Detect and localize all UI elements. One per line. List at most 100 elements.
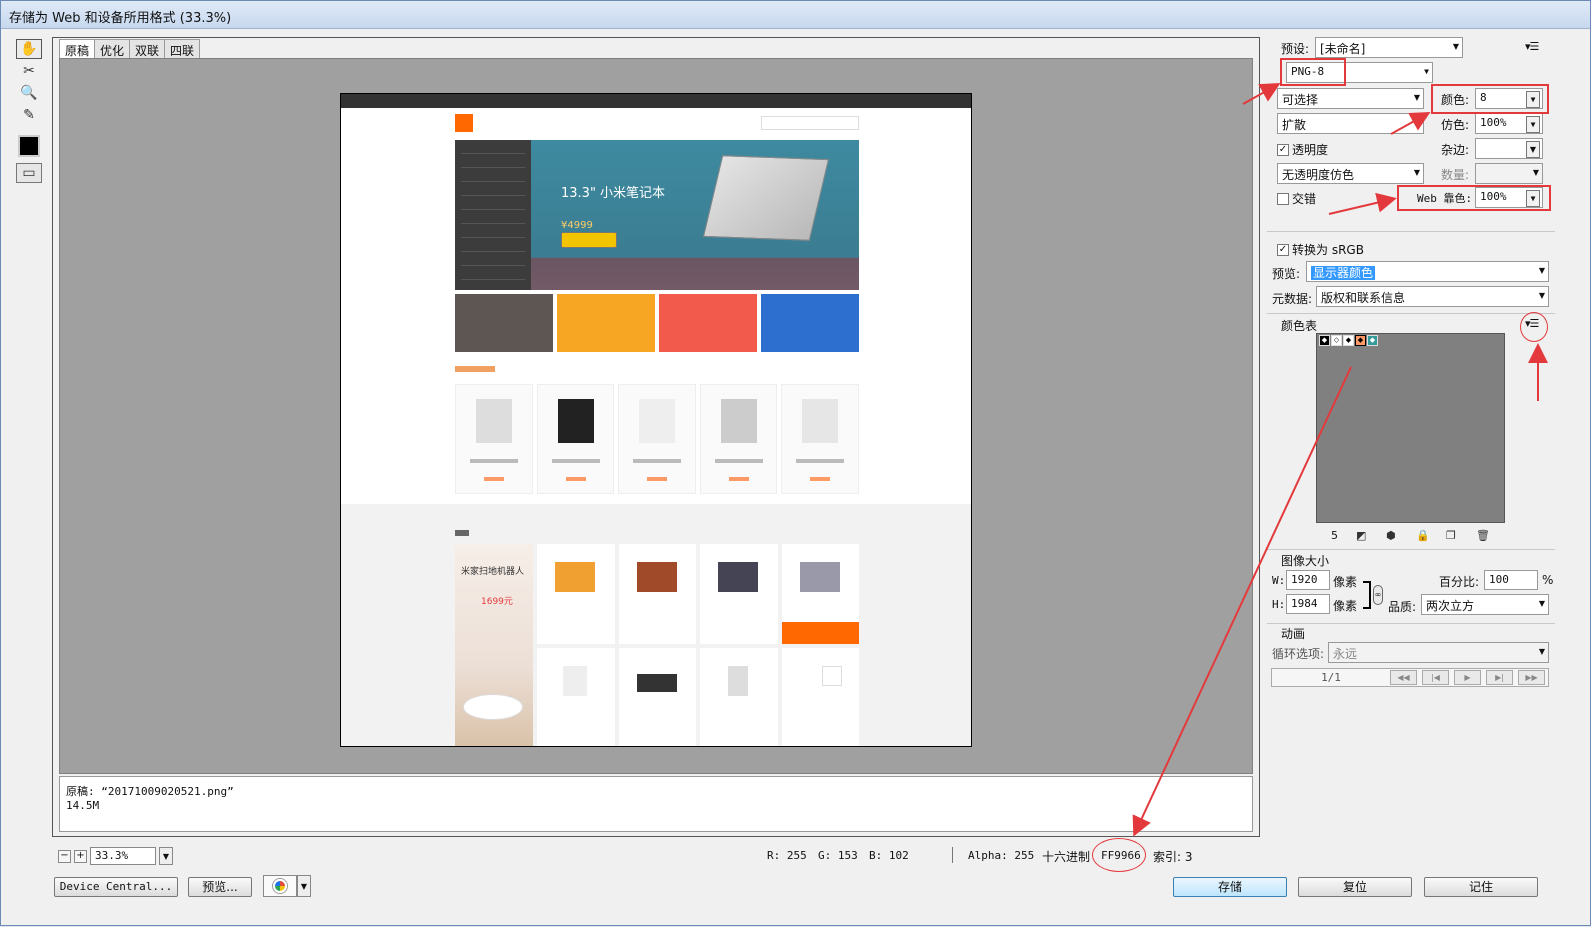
tab-2-up[interactable]: 双联 (129, 39, 166, 60)
zoom-control: − + 33.3% ▼ (58, 847, 173, 865)
color-swatch[interactable]: ◇ (1331, 335, 1342, 346)
robot-title: 米家扫地机器人 (461, 567, 525, 577)
color-swatch[interactable]: ◆ (1343, 335, 1354, 346)
index-value: 索引: 3 (1153, 850, 1193, 864)
tab-original[interactable]: 原稿 (59, 39, 96, 60)
quality-select[interactable]: 两次立方 (1421, 594, 1549, 615)
dither-amount-value: 100% (1480, 116, 1507, 129)
metadata-select[interactable]: 版权和联系信息 (1316, 286, 1549, 307)
section-title (455, 366, 495, 372)
remember-button[interactable]: 记住 (1424, 877, 1538, 897)
optimize-menu-icon[interactable]: ▾☰ (1525, 40, 1539, 53)
dither-algorithm-value: 扩散 (1282, 118, 1307, 132)
zoom-level-field[interactable]: 33.3% (90, 847, 156, 865)
annotation-circle-hex (1092, 838, 1146, 872)
preview-button[interactable]: 预览... (188, 877, 252, 897)
zoom-in-button[interactable]: + (74, 849, 87, 863)
appliance-card (618, 544, 696, 644)
preset-value: [未命名] (1320, 42, 1366, 56)
zoom-dropdown-icon[interactable]: ▼ (159, 847, 173, 865)
eyedropper-tool-icon[interactable]: ✎ (16, 105, 42, 125)
save-for-web-dialog: 存储为 Web 和设备所用格式 (33.3%) ✋ ✂ 🔍 ✎ ▭ 原稿 优化 … (0, 0, 1591, 926)
preview-category-menu (455, 140, 531, 290)
percent-input[interactable]: 100 (1484, 570, 1538, 590)
checkbox-checked-icon[interactable]: ✓ (1277, 143, 1289, 156)
height-value: 1984 (1291, 597, 1318, 610)
preset-label: 预设: (1281, 42, 1310, 56)
toggle-slices-icon[interactable]: ▭ (16, 163, 42, 183)
checkbox-checked-icon[interactable]: ✓ (1277, 243, 1289, 256)
laptop-image (702, 155, 830, 241)
preview-appliance-grid (537, 544, 859, 746)
dither-algorithm-select[interactable]: 扩散 (1277, 113, 1424, 134)
tool-panel: ✋ ✂ 🔍 ✎ ▭ (15, 37, 45, 183)
eyedropper-color-swatch[interactable] (18, 135, 40, 157)
appliance-card (700, 648, 778, 746)
image-size-title: 图像大小 (1281, 554, 1330, 568)
convert-srgb-checkbox[interactable]: ✓ 转换为 sRGB (1277, 241, 1364, 258)
divider (1267, 313, 1555, 314)
chrome-icon (273, 879, 287, 893)
loop-value: 永远 (1333, 647, 1358, 661)
preview-select[interactable]: 显示器颜色 (1306, 261, 1549, 282)
slice-select-tool-icon[interactable]: ✂ (16, 61, 42, 81)
browser-icon[interactable] (263, 875, 297, 897)
dither-amount-select[interactable]: 100% (1475, 113, 1543, 134)
robot-image (463, 694, 523, 720)
browser-dropdown-icon[interactable]: ▼ (297, 875, 311, 897)
preset-select[interactable]: [未命名] (1315, 37, 1463, 58)
zoom-tool-icon[interactable]: 🔍 (16, 83, 42, 103)
interlaced-checkbox[interactable]: 交错 (1277, 190, 1316, 207)
green-value: G: 153 (818, 849, 858, 862)
last-frame-icon[interactable]: ▶▶ (1518, 670, 1545, 685)
first-frame-icon[interactable]: ◀◀ (1390, 670, 1417, 685)
annotation-arrow (1328, 192, 1397, 215)
alpha-value: Alpha: 255 (968, 849, 1035, 862)
color-reduction-select[interactable]: 可选择 (1277, 88, 1424, 109)
checkbox-unchecked-icon[interactable] (1277, 192, 1289, 205)
annotation-box-web-snap (1397, 185, 1551, 211)
hand-tool-icon[interactable]: ✋ (16, 39, 42, 59)
promo-tile (557, 294, 655, 352)
zoom-out-button[interactable]: − (58, 849, 71, 863)
next-frame-icon[interactable]: ▶| (1486, 670, 1513, 685)
map-transparency-icon[interactable]: ◩ (1356, 529, 1368, 542)
new-color-icon[interactable]: ❐ (1446, 529, 1458, 542)
preview-banner: 13.3" 小米笔记本 ¥4999 (531, 140, 859, 290)
matte-select[interactable] (1475, 138, 1543, 159)
preview-search-box (761, 116, 859, 130)
robot-promo: 米家扫地机器人 1699元 (455, 544, 533, 746)
color-swatch[interactable]: ◆ (1355, 335, 1366, 346)
preview-canvas[interactable]: 13.3" 小米笔记本 ¥4999 米家扫地机器人 1699元 (59, 58, 1253, 774)
play-icon[interactable]: ▶ (1454, 670, 1481, 685)
delete-color-icon[interactable]: 🗑 (1476, 529, 1490, 542)
color-swatch[interactable]: ◆ (1367, 335, 1378, 346)
interlaced-label: 交错 (1292, 192, 1317, 206)
preview-header (455, 114, 859, 136)
transparency-checkbox[interactable]: ✓ 透明度 (1277, 141, 1328, 158)
link-chain-icon[interactable]: ∞ (1373, 585, 1383, 605)
width-input[interactable]: 1920 (1286, 570, 1330, 590)
reset-button[interactable]: 复位 (1298, 877, 1412, 897)
color-swatch[interactable]: ◆ (1319, 335, 1330, 346)
preview-topnav (341, 94, 971, 108)
web-shift-icon[interactable]: ⬢ (1386, 529, 1398, 542)
lock-color-icon[interactable]: 🔒 (1416, 529, 1430, 542)
product-card (455, 384, 533, 494)
width-unit: 像素 (1333, 575, 1358, 589)
device-central-button[interactable]: Device Central... (54, 877, 178, 897)
appliance-card (537, 544, 615, 644)
browser-select[interactable]: ▼ (263, 875, 313, 897)
product-card (699, 384, 778, 494)
save-button[interactable]: 存储 (1173, 877, 1287, 897)
banner-headline: 13.3" 小米笔记本 (561, 186, 666, 201)
height-input[interactable]: 1984 (1286, 594, 1330, 614)
transparency-dither-select[interactable]: 无透明度仿色 (1277, 163, 1424, 184)
divider (1267, 231, 1555, 232)
color-table-toolbar: 5 ◩ ⬢ 🔒 ❐ 🗑 (1331, 529, 1490, 542)
tab-4-up[interactable]: 四联 (164, 39, 201, 60)
color-table[interactable]: ◆ ◇ ◆ ◆ ◆ (1316, 333, 1505, 523)
previous-frame-icon[interactable]: |◀ (1422, 670, 1449, 685)
tab-optimized[interactable]: 优化 (94, 39, 131, 60)
promo-tile (761, 294, 859, 352)
